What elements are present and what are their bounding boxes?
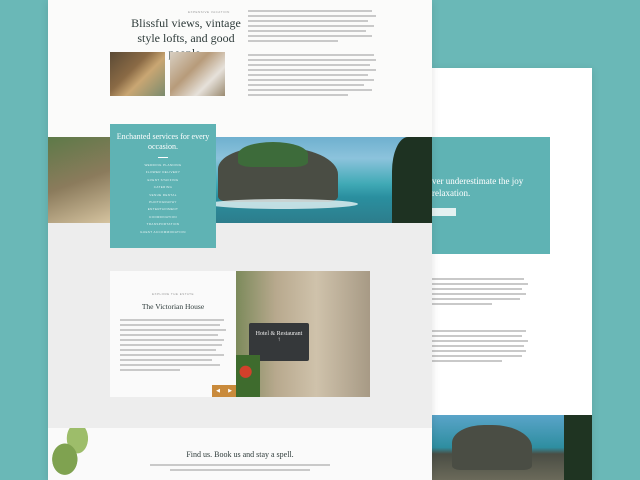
wave-foam [208,199,358,209]
back-rock-shape [452,425,532,470]
service-item[interactable]: Wedding Planning [110,162,216,169]
service-item[interactable]: Photography [110,199,216,206]
trees-shape [238,142,308,167]
find-us-title: Find us. Book us and stay a spell. [186,450,294,459]
hero-interior-photo-1 [110,52,165,96]
service-item[interactable]: Venue Rental [110,192,216,199]
find-us-paragraph [150,464,330,471]
prev-arrow-icon[interactable]: ◀ [212,385,224,397]
service-item[interactable]: Entertainment [110,206,216,213]
victorian-card: explore the estate The Victorian House [110,271,236,397]
back-teal-banner: ver underestimate the joy relaxation. [432,137,550,254]
next-arrow-icon[interactable]: ▶ [224,385,236,397]
services-divider [158,157,168,158]
sign-arrow-icon: ↑ [277,337,281,343]
services-title: Enchanted services for every occasion. [116,132,210,151]
cliff-shape [48,137,118,223]
service-item[interactable]: Transportation [110,221,216,228]
hero-paragraph-2 [248,54,378,99]
hero-kicker: expensive vacation [188,10,230,14]
back-banner-button[interactable] [432,208,456,216]
hero-interior-photo-2 [170,52,225,96]
service-item[interactable]: Flower Delivery [110,169,216,176]
back-banner-title: ver underestimate the joy relaxation. [432,176,524,198]
victorian-kicker: explore the estate [151,292,194,296]
cypress-tree [392,137,432,223]
service-item[interactable]: Catering [110,184,216,191]
find-us-section: Find us. Book us and stay a spell. [48,428,432,480]
back-coast-photo [432,415,592,480]
flowers [236,355,260,397]
service-item[interactable]: Guest Accommodation [110,229,216,236]
back-tree-shape [564,415,592,480]
services-list: Wedding Planning Flower Delivery Event S… [110,162,216,236]
service-item[interactable]: Event Staffing [110,177,216,184]
victorian-paragraph [120,319,226,371]
services-panel: Enchanted services for every occasion. W… [110,124,216,248]
back-paragraph-1 [432,278,532,308]
back-paragraph-2 [432,330,532,365]
service-item[interactable]: Coordination [110,214,216,221]
hero-paragraph [248,10,378,45]
vine-leaves-decoration [48,428,90,480]
back-page-mockup: ver underestimate the joy relaxation. [432,68,592,480]
coastline-photo [48,137,432,223]
carousel-arrows: ◀ ▶ [212,385,236,397]
victorian-house-photo: Hotel & Restaurant ↑ [236,271,370,397]
front-page-mockup: expensive vacation Blissful views, vinta… [48,0,432,480]
victorian-title: The Victorian House [141,302,205,311]
